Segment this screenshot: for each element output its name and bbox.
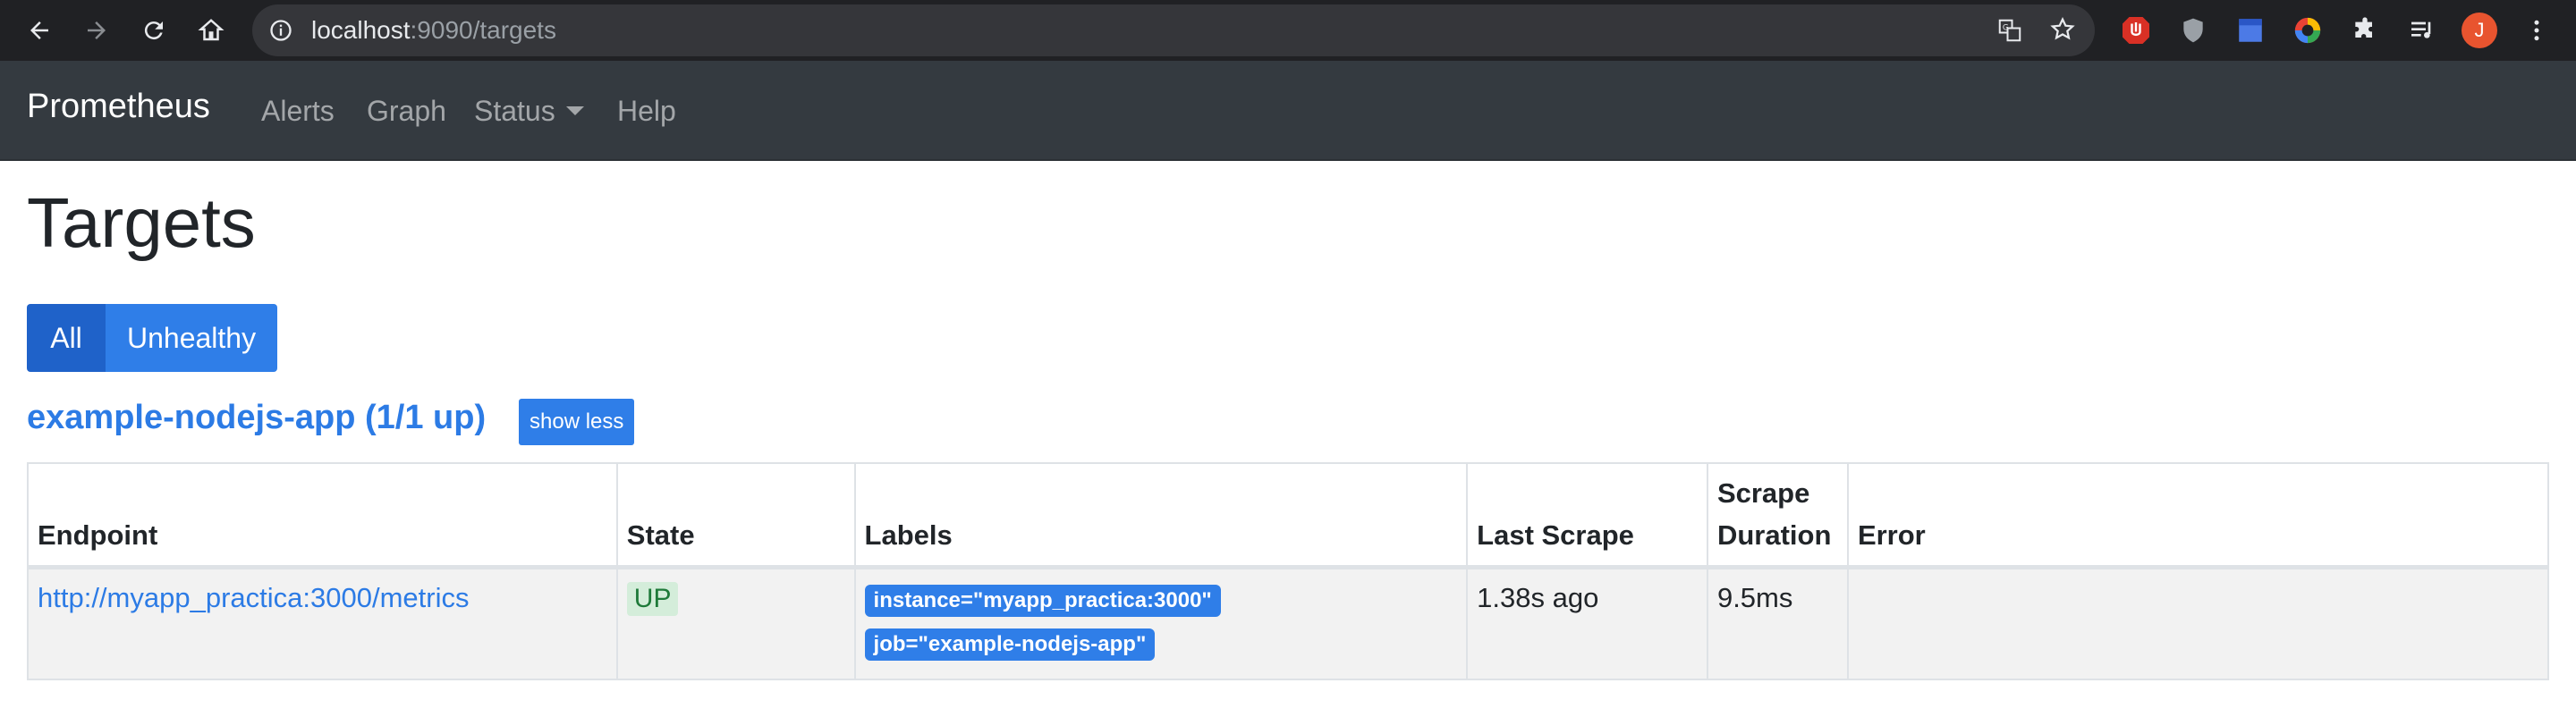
media-queue-icon[interactable] — [2404, 13, 2440, 48]
scrape-duration-header-line1: Scrape — [1716, 477, 1810, 509]
column-header-labels: Labels — [853, 462, 1469, 569]
back-arrow-icon[interactable] — [18, 9, 61, 52]
brand-logo-text[interactable]: Prometheus — [27, 88, 210, 126]
caret-down-icon — [565, 106, 584, 115]
health-filter-group: All Unhealthy — [27, 304, 278, 372]
column-header-endpoint: Endpoint — [27, 462, 618, 569]
scrape-duration-header-line2: Duration — [1716, 519, 1832, 551]
column-header-error: Error — [1846, 462, 2550, 569]
forward-arrow-icon[interactable] — [75, 9, 118, 52]
filter-all-button[interactable]: All — [27, 304, 106, 372]
label-badge-job: job="example-nodejs-app" — [864, 628, 1156, 661]
reload-icon[interactable] — [132, 9, 175, 52]
label-badge-instance: instance="myapp_practica:3000" — [864, 585, 1221, 617]
nav-dropdown-status-label: Status — [474, 95, 555, 127]
endpoint-cell: http://myapp_practica:3000/metrics — [27, 566, 618, 680]
state-cell: UP — [615, 566, 856, 680]
site-info-icon[interactable] — [268, 18, 293, 47]
endpoint-link[interactable]: http://myapp_practica:3000/metrics — [38, 582, 469, 613]
page-title: Targets — [27, 183, 256, 262]
column-header-last-scrape: Last Scrape — [1466, 462, 1708, 569]
error-cell — [1846, 566, 2550, 680]
shield-extension-icon[interactable] — [2175, 13, 2211, 48]
targets-table: Endpoint State Labels Last Scrape Scrape… — [27, 462, 2550, 680]
browser-toolbar: localhost:9090/targets G J — [0, 0, 2576, 61]
show-less-button[interactable]: show less — [519, 399, 635, 445]
state-badge: UP — [626, 582, 679, 616]
scrape-duration-cell: 9.5ms — [1706, 566, 1849, 680]
nav-link-graph[interactable]: Graph — [367, 95, 446, 128]
bookmark-star-icon[interactable] — [2048, 15, 2077, 48]
url-text: localhost:9090/targets — [311, 16, 556, 44]
app-navbar: Prometheus Alerts Graph Status Help — [0, 61, 2576, 161]
table-row: http://myapp_practica:3000/metrics UP in… — [27, 566, 2550, 680]
window-extension-icon[interactable] — [2233, 13, 2268, 48]
column-header-state: State — [615, 462, 856, 569]
column-header-scrape-duration: Scrape Duration — [1706, 462, 1849, 569]
nav-link-alerts[interactable]: Alerts — [261, 95, 335, 128]
labels-cell: instance="myapp_practica:3000" job="exam… — [853, 566, 1469, 680]
translate-icon[interactable]: G — [1996, 17, 2023, 48]
nav-dropdown-status[interactable]: Status — [474, 95, 584, 128]
last-scrape-cell: 1.38s ago — [1466, 566, 1708, 680]
address-bar[interactable]: localhost:9090/targets G — [252, 4, 2095, 56]
svg-text:G: G — [2003, 23, 2009, 32]
puzzle-extensions-icon[interactable] — [2347, 13, 2383, 48]
browser-menu-icon[interactable] — [2519, 13, 2555, 48]
filter-unhealthy-button[interactable]: Unhealthy — [106, 304, 278, 372]
color-wheel-extension-icon[interactable] — [2290, 13, 2326, 48]
nav-link-help[interactable]: Help — [617, 95, 676, 128]
table-header-row: Endpoint State Labels Last Scrape Scrape… — [27, 462, 2550, 569]
adblock-extension-icon[interactable] — [2118, 13, 2154, 48]
profile-avatar[interactable]: J — [2462, 13, 2497, 48]
home-icon[interactable] — [190, 9, 233, 52]
job-heading-link[interactable]: example-nodejs-app (1/1 up) — [27, 399, 486, 437]
